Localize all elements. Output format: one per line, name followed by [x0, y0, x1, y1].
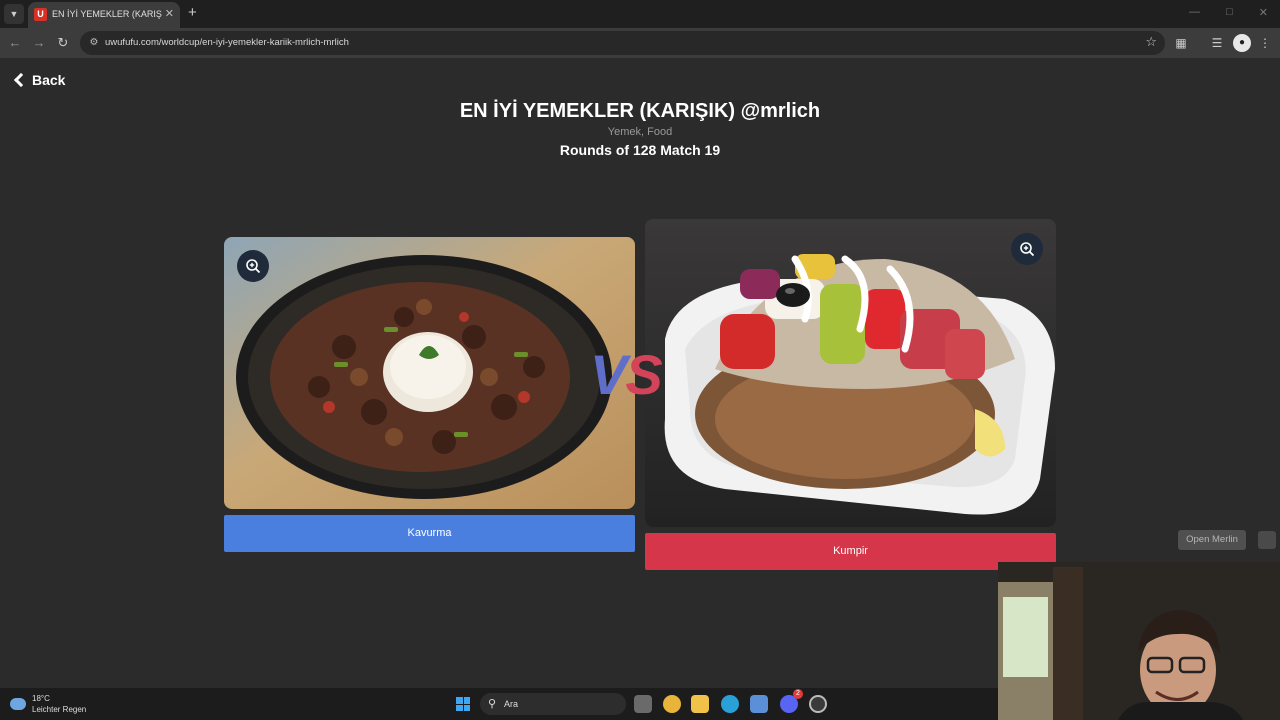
search-icon: ⚲ — [488, 698, 497, 710]
address-bar[interactable]: ⚙ uwufufu.com/worldcup/en-iyi-yemekler-k… — [80, 31, 1165, 55]
browser-tab-bar: ▼ U EN İYİ YEMEKLER (KARIŞIK) @mrlich ✕ … — [0, 0, 1280, 28]
forward-arrow-icon[interactable]: → — [30, 34, 48, 52]
weather-widget[interactable]: 18°C Leichter Regen — [10, 693, 86, 715]
profile-avatar-icon[interactable]: ● — [1233, 34, 1251, 52]
choice-button-kumpir[interactable]: Kumpir — [645, 533, 1056, 570]
extensions-icon[interactable]: ▦ — [1172, 34, 1190, 52]
site-info-icon[interactable]: ⚙ — [87, 36, 101, 50]
zoom-in-icon[interactable] — [237, 250, 269, 282]
favicon-icon: U — [34, 8, 47, 21]
weather-description: Leichter Regen — [32, 705, 87, 714]
taskbar-search[interactable]: ⚲ Ara — [480, 693, 626, 715]
page-subtitle: Yemek, Food — [607, 126, 673, 138]
os-taskbar: 18°C Leichter Regen ⚲ Ara 2 — [0, 688, 998, 720]
reload-icon[interactable]: ↻ — [54, 34, 72, 52]
edge-icon[interactable] — [721, 695, 739, 713]
browser-toolbar: ← → ↻ ⚙ uwufufu.com/worldcup/en-iyi-yeme… — [0, 28, 1280, 58]
back-button[interactable]: Back — [12, 70, 65, 90]
webcam-overlay — [998, 562, 1280, 720]
new-tab-button[interactable]: + — [188, 4, 197, 22]
taskbar-search-label: Ara — [504, 699, 519, 709]
back-arrow-icon[interactable]: ← — [6, 34, 24, 52]
round-info: Rounds of 128 Match 19 — [559, 142, 721, 158]
vs-v-letter: V — [590, 343, 627, 406]
cloud-rain-icon — [10, 698, 26, 710]
task-view-icon[interactable] — [634, 695, 652, 713]
file-explorer-icon[interactable] — [691, 695, 709, 713]
tab-title: EN İYİ YEMEKLER (KARIŞIK) @mrlich — [52, 9, 162, 19]
kumpir-image[interactable] — [645, 219, 1056, 527]
tab-close-icon[interactable]: ✕ — [165, 7, 174, 21]
app-icon[interactable] — [809, 695, 827, 713]
close-window-icon[interactable]: ✕ — [1259, 6, 1268, 19]
browser-tab[interactable]: U EN İYİ YEMEKLER (KARIŞIK) @mrlich ✕ — [28, 2, 180, 28]
menu-icon[interactable]: ⋮ — [1256, 34, 1274, 52]
back-label: Back — [32, 72, 66, 88]
window-controls: — □ ✕ — [1189, 6, 1268, 19]
minimize-icon[interactable]: — — [1189, 6, 1200, 19]
tab-list-button[interactable]: ▼ — [4, 4, 24, 24]
chrome-icon[interactable] — [663, 695, 681, 713]
kavurma-image[interactable] — [224, 237, 635, 509]
page-title: EN İYİ YEMEKLER (KARIŞIK) @mrlich — [459, 100, 821, 122]
url-text: uwufufu.com/worldcup/en-iyi-yemekler-kar… — [105, 37, 349, 48]
discord-icon[interactable]: 2 — [780, 689, 803, 713]
choice-card-left: Kavurma — [224, 237, 635, 552]
weather-temperature: 18°C — [32, 694, 50, 703]
notification-badge: 2 — [793, 689, 803, 699]
star-icon[interactable]: ☆ — [1145, 34, 1157, 50]
chevron-left-icon — [13, 72, 29, 88]
media-control-icon[interactable]: ☰ — [1208, 34, 1226, 52]
vs-label: VS — [590, 343, 663, 406]
choice-button-kavurma[interactable]: Kavurma — [224, 515, 635, 552]
choice-card-right: Kumpir — [645, 219, 1056, 570]
maximize-icon[interactable]: □ — [1226, 6, 1233, 19]
merlin-icon[interactable] — [1258, 531, 1276, 549]
vs-s-letter: S — [625, 343, 662, 406]
open-merlin-button[interactable]: Open Merlin — [1178, 530, 1246, 550]
zoom-in-icon[interactable] — [1011, 233, 1043, 265]
store-icon[interactable] — [750, 695, 768, 713]
windows-start-icon[interactable] — [456, 697, 470, 711]
